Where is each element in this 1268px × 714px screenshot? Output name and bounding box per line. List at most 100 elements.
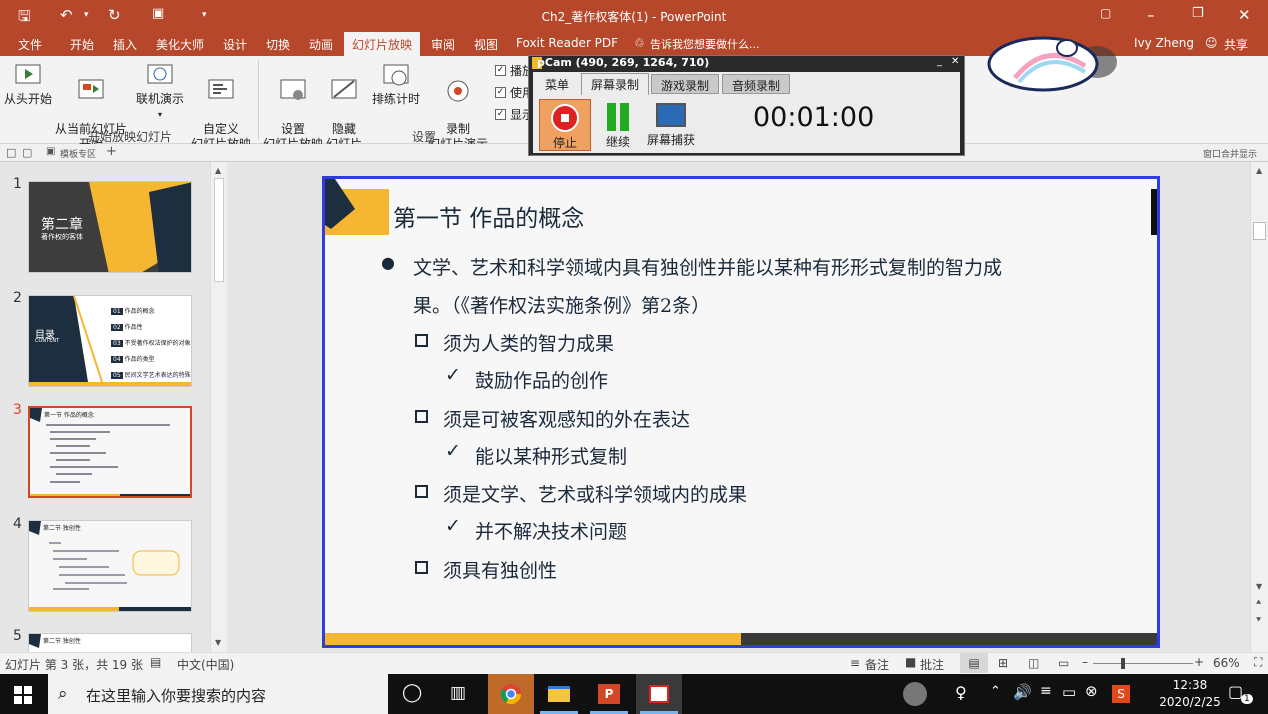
recorder-tab-menu[interactable]: 菜单 — [536, 74, 578, 94]
slideshow-view-icon[interactable]: ▭ — [1058, 656, 1069, 670]
menu-view[interactable]: 视图 — [474, 36, 498, 53]
window-merge-toggle[interactable]: 窗口合并显示 — [1203, 147, 1257, 160]
volume-icon[interactable]: 🔊 — [1013, 683, 1032, 701]
show-hidden-icons[interactable]: ⌃ — [990, 684, 1001, 699]
zoom-level[interactable]: 66% — [1213, 656, 1240, 670]
resume-button[interactable]: 继续 — [595, 99, 641, 151]
online-present-dropdown-icon[interactable]: ▾ — [132, 107, 188, 122]
thumb2-toc-text: 作品的概念 — [124, 308, 155, 315]
avatar[interactable] — [903, 682, 927, 706]
spellcheck-icon[interactable]: ▤ — [150, 655, 161, 669]
menu-insert[interactable]: 插入 — [113, 36, 137, 53]
scroll-down-icon[interactable]: ▼ — [1256, 582, 1262, 591]
taskbar-search-input[interactable]: ⌕ 在这里输入你要搜索的内容 — [48, 674, 388, 714]
reading-view-icon[interactable]: ◫ — [1028, 656, 1039, 670]
recorder-tab-audio[interactable]: 音频录制 — [722, 74, 791, 94]
language-indicator[interactable]: 中文(中国) — [177, 656, 234, 673]
menu-foxit[interactable]: Foxit Reader PDF — [516, 36, 618, 50]
custom-slideshow-button[interactable]: 自定义 幻灯片放映 — [188, 58, 254, 152]
scroll-up-icon[interactable]: ▲ — [1256, 166, 1262, 175]
zoom-in-icon[interactable]: + — [1194, 655, 1204, 669]
checkbox-use[interactable]: ✓ — [495, 87, 506, 98]
screen-capture-button[interactable]: 屏幕捕获 — [643, 99, 699, 151]
slide-thumbnail-1[interactable]: 第二章 著作权的客体 — [28, 181, 192, 273]
menu-transitions[interactable]: 切换 — [266, 36, 290, 53]
explorer-taskbar-button[interactable] — [536, 674, 582, 714]
stop-button[interactable]: 停止 — [539, 99, 591, 151]
share-button[interactable]: 共享 — [1224, 36, 1248, 53]
recorder-tab-game[interactable]: 游戏录制 — [651, 74, 720, 94]
comments-button[interactable]: 批注 — [920, 656, 944, 673]
minimize-icon[interactable]: – — [1147, 6, 1155, 24]
cortana-icon[interactable]: ◯ — [402, 682, 422, 703]
clock-time[interactable]: 12:38 — [1150, 678, 1230, 692]
people-icon[interactable]: ♀ — [955, 683, 967, 702]
template-tab[interactable]: 模板专区 — [60, 147, 96, 160]
thumbnail-scroll-thumb[interactable] — [214, 178, 224, 282]
current-slide[interactable]: 第一节 作品的概念 ● 文学、艺术和科学领域内具有独创性并能以某种有形形式复制的… — [322, 176, 1160, 648]
square-bullet-icon — [415, 334, 428, 347]
menu-home[interactable]: 开始 — [70, 36, 94, 53]
hide-slide-button[interactable]: 隐藏 幻灯片 — [324, 58, 364, 152]
menu-slideshow[interactable]: 幻灯片放映 — [344, 32, 421, 56]
restore-icon[interactable]: ❐ — [1192, 6, 1204, 21]
powerpoint-taskbar-button[interactable]: P — [586, 674, 632, 714]
doc-icon[interactable]: □ — [6, 146, 16, 159]
network-disconnect-icon[interactable]: ⊗ — [1085, 682, 1098, 700]
thumb2-toc: 01 作品的概念 02 作品性 03 不受著作权法保护的对象 04 作品的类型 … — [111, 304, 191, 386]
menu-beautify[interactable]: 美化大师 — [156, 36, 204, 53]
slide-thumbnail-4[interactable]: 第二节 独创性 — [28, 520, 192, 612]
chrome-icon — [500, 684, 522, 705]
zoom-out-icon[interactable]: – — [1082, 655, 1088, 669]
slide-scrollbar[interactable]: ▲ ▼ ⯅ ⯆ — [1250, 162, 1268, 652]
slide-sorter-icon[interactable]: ⊞ — [998, 656, 1008, 670]
tell-me-input[interactable]: 告诉我您想要做什么... — [650, 36, 760, 52]
next-slide-icon[interactable]: ⯆ — [1255, 616, 1262, 626]
scroll-down-icon[interactable]: ▼ — [215, 638, 221, 647]
slide-thumbnail-2[interactable]: 目录 CONTENT 01 作品的概念 02 作品性 03 不受著作权法保护的对… — [28, 295, 192, 387]
menu-animations[interactable]: 动画 — [309, 36, 333, 53]
powerpoint-icon: P — [598, 684, 620, 704]
ribbon-display-icon[interactable]: ▢ — [1100, 6, 1111, 20]
windows-start-icon[interactable] — [14, 686, 32, 704]
normal-view-icon[interactable]: ▤ — [960, 653, 988, 673]
chrome-taskbar-button[interactable] — [488, 674, 534, 714]
thumb1-subtitle: 著作权的客体 — [41, 233, 83, 241]
add-tab-icon[interactable]: + — [106, 144, 117, 159]
menu-file[interactable]: 文件 — [18, 36, 42, 53]
checkbox-show[interactable]: ✓ — [495, 109, 506, 120]
scroll-up-icon[interactable]: ▲ — [215, 166, 221, 175]
slide-thumbnail-3[interactable]: 第一节 作品的概念 — [28, 406, 192, 498]
thumb1-title: 第二章 — [41, 217, 83, 233]
slide-scroll-thumb[interactable] — [1253, 222, 1266, 240]
task-view-icon[interactable]: ▥ — [450, 683, 466, 703]
notes-button[interactable]: 备注 — [865, 656, 889, 673]
rehearse-timings-button[interactable]: 排练计时 — [368, 58, 424, 107]
folder-icon[interactable]: ▢ — [22, 146, 32, 159]
close-icon[interactable]: ✕ — [1238, 6, 1251, 24]
menu-review[interactable]: 审阅 — [431, 36, 455, 53]
ribbon-separator — [258, 60, 259, 140]
wifi-icon[interactable]: ≡ — [1040, 683, 1052, 699]
slide-thumbnail-5[interactable]: 第二节 独创性 — [28, 633, 192, 652]
previous-slide-icon[interactable]: ⯅ — [1255, 598, 1262, 608]
sogou-ime-icon[interactable]: S — [1112, 685, 1130, 703]
zoom-slider-track[interactable] — [1093, 663, 1193, 664]
from-beginning-button[interactable]: 从头开始 — [2, 58, 54, 107]
recorder-close-icon[interactable]: ✕ — [951, 56, 959, 67]
zoom-slider-thumb[interactable] — [1121, 658, 1125, 669]
checkbox-play[interactable]: ✓ — [495, 65, 506, 76]
setup-slideshow-button[interactable]: 设置 幻灯片放映 — [262, 58, 324, 152]
thumbnail-scrollbar[interactable]: ▲ ▼ — [210, 162, 227, 652]
rehearse-timings-label: 排练计时 — [371, 92, 420, 106]
user-name[interactable]: Ivy Zheng — [1134, 36, 1194, 50]
battery-icon[interactable]: ▭ — [1062, 683, 1076, 701]
bdcam-taskbar-button[interactable] — [636, 674, 682, 714]
recorder-minimize-icon[interactable]: _ — [937, 56, 942, 67]
online-present-button[interactable]: 联机演示 ▾ — [132, 58, 188, 122]
fit-slide-icon[interactable]: ⛶ — [1254, 655, 1262, 670]
online-present-label: 联机演示 — [135, 92, 184, 106]
clock-date[interactable]: 2020/2/25 — [1150, 695, 1230, 709]
recorder-tab-screen[interactable]: 屏幕录制 — [581, 73, 650, 95]
menu-design[interactable]: 设计 — [223, 36, 247, 53]
